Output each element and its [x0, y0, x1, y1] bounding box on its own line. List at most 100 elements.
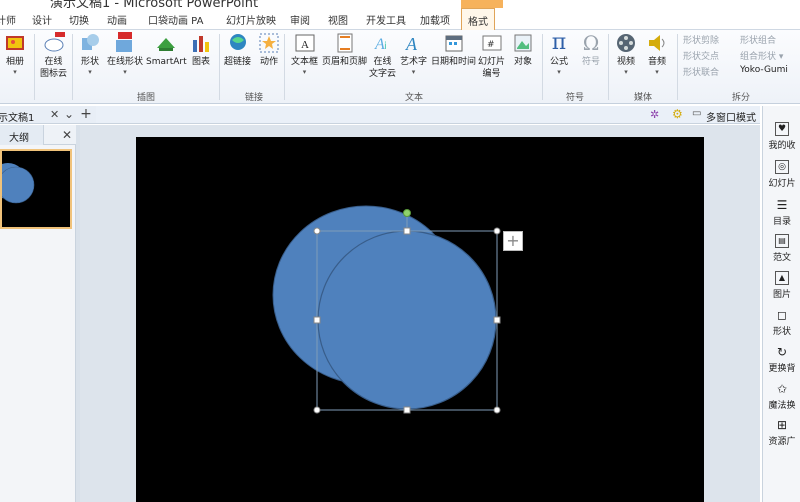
close-icon[interactable]: ✕: [50, 108, 59, 121]
chevron-down-icon: ▾: [13, 68, 17, 76]
right-pane-change-background[interactable]: ↻ 更换背: [763, 345, 800, 374]
slide-thumbnail[interactable]: [0, 149, 72, 229]
chevron-down-icon[interactable]: ⌄: [64, 107, 74, 121]
object-button[interactable]: 对象: [512, 32, 534, 68]
online-icon-cloud-button[interactable]: 在线 图标云: [40, 32, 67, 80]
online-shape-label: 在线形状: [107, 57, 144, 67]
tab-animations[interactable]: 动画: [107, 12, 127, 27]
grid-icon: ⊞: [776, 418, 788, 432]
layout-options-button[interactable]: +: [503, 231, 523, 251]
album-label: 相册: [5, 57, 24, 67]
globe-link-icon: [229, 34, 246, 50]
tab-review[interactable]: 审阅: [290, 12, 310, 27]
textbox-icon: A: [295, 34, 314, 52]
tab-design[interactable]: 设计: [32, 12, 52, 27]
online-icon-label-1: 在线: [44, 57, 63, 67]
album-button[interactable]: 相册 ▾: [4, 32, 26, 76]
shape-cut-button[interactable]: 形状剪除: [683, 33, 719, 46]
resize-handle-tr[interactable]: [493, 227, 501, 235]
shape-button[interactable]: 形状 ▾: [79, 32, 101, 76]
heart-folder-icon: ♥: [775, 122, 789, 136]
resize-handle-b[interactable]: [403, 406, 411, 414]
formula-button[interactable]: π 公式 ▾: [548, 32, 570, 77]
right-pane-resource-plaza[interactable]: ⊞ 资源广: [763, 418, 800, 447]
svg-text:A: A: [301, 39, 309, 51]
hyperlink-button[interactable]: 超链接: [224, 32, 251, 68]
group-label-links: 链接: [245, 93, 264, 103]
resize-handle-t[interactable]: [403, 227, 411, 235]
gear-icon[interactable]: ⚙: [672, 107, 683, 121]
video-button[interactable]: 视频 ▾: [615, 32, 637, 76]
right-pane-favorites[interactable]: ♥ 我的收: [763, 122, 800, 151]
symbol-button[interactable]: Ω 符号: [580, 32, 602, 68]
right-pane-slides[interactable]: ◎ 幻灯片: [763, 160, 800, 189]
slide-number-button[interactable]: # 幻灯片 编号: [478, 32, 505, 80]
combine-shape-button[interactable]: 组合形状 ▾: [740, 49, 783, 62]
shape-intersect-button[interactable]: 形状交点: [683, 49, 719, 62]
wordart-button[interactable]: A 艺术字 ▾: [400, 32, 427, 76]
audio-button[interactable]: 音频 ▾: [646, 32, 668, 76]
right-pane-pictures[interactable]: ▲ 图片: [763, 271, 800, 300]
tab-design-left[interactable]: 计师: [0, 12, 16, 27]
action-button[interactable]: 动作: [258, 32, 280, 68]
shape-combine-button[interactable]: 形状组合: [740, 33, 776, 46]
tab-transitions[interactable]: 切换: [69, 12, 89, 27]
textbox-label: 文本框: [291, 57, 319, 67]
window-icon: ▭: [692, 108, 702, 119]
smartart-label: SmartArt: [146, 57, 187, 67]
right-pane-label: 更换背: [768, 364, 796, 374]
smartart-button[interactable]: SmartArt: [146, 32, 187, 68]
slide-canvas[interactable]: +: [136, 137, 704, 502]
chevron-down-icon: ▾: [302, 68, 307, 76]
tab-addins[interactable]: 加载项: [420, 12, 450, 27]
rotation-handle[interactable]: [403, 209, 411, 217]
yoko-gumi-button[interactable]: Yoko-Gumi: [740, 65, 788, 75]
chart-button[interactable]: 图表: [190, 32, 212, 68]
online-wordcloud-button[interactable]: Ai 在线 文字云: [369, 32, 396, 80]
close-icon[interactable]: ✕: [62, 128, 72, 142]
resize-handle-bl[interactable]: [313, 406, 321, 414]
right-pane-toc[interactable]: ☰ 目录: [763, 198, 800, 227]
right-pane-magic-change[interactable]: ✩ 魔法换: [763, 382, 800, 411]
tab-developer[interactable]: 开发工具: [366, 12, 406, 27]
wordart-icon: A: [405, 34, 418, 54]
group-label-symbols: 符号: [566, 93, 585, 103]
film-reel-icon: [617, 34, 635, 52]
right-pane-templates[interactable]: ▤ 范文: [763, 234, 800, 263]
divider: [677, 34, 678, 100]
smartart-icon: [157, 38, 176, 51]
online-wordcloud-label-1: 在线: [373, 57, 392, 67]
resize-handle-l[interactable]: [313, 316, 321, 324]
list-icon: ☰: [776, 198, 788, 212]
add-document-tab-button[interactable]: +: [76, 106, 96, 124]
shape-label: 形状: [80, 57, 99, 67]
album-icon: [6, 36, 24, 50]
outline-tab-bar: 大纲 ✕: [0, 125, 76, 145]
tab-view[interactable]: 视图: [328, 12, 348, 27]
tab-slideshow[interactable]: 幻灯片放映: [226, 12, 276, 27]
tab-outline[interactable]: 大纲: [9, 129, 29, 144]
tab-format[interactable]: 格式: [461, 8, 495, 30]
svg-text:A: A: [405, 34, 418, 54]
template-icon: ▤: [775, 234, 789, 248]
right-pane-shapes[interactable]: ◻ 形状: [763, 308, 800, 337]
right-pane-label: 幻灯片: [768, 179, 796, 189]
chevron-down-icon: ▾: [624, 68, 628, 76]
textbox-button[interactable]: A 文本框 ▾: [291, 32, 318, 76]
resize-handle-tl[interactable]: [313, 227, 321, 235]
circle-shape-selected[interactable]: [317, 230, 497, 410]
resize-handle-r[interactable]: [493, 316, 501, 324]
datetime-button[interactable]: 日期和时间: [431, 32, 476, 68]
svg-text:#: #: [487, 40, 495, 50]
tab-pocket-animation[interactable]: 口袋动画 PA: [148, 12, 203, 27]
shape-union-button[interactable]: 形状联合: [683, 65, 719, 78]
multi-window-mode-button[interactable]: 多窗口模式: [706, 109, 756, 124]
magic-icon[interactable]: ✲: [650, 108, 659, 121]
right-pane-label: 图片: [772, 290, 791, 300]
resize-handle-br[interactable]: [493, 406, 501, 414]
online-shape-button[interactable]: 在线形状 ▾: [107, 32, 143, 76]
right-pane-label: 我的收: [768, 141, 796, 151]
chevron-down-icon: ▾: [123, 68, 127, 76]
divider: [608, 34, 609, 100]
header-footer-button[interactable]: 页眉和页脚: [322, 32, 367, 68]
